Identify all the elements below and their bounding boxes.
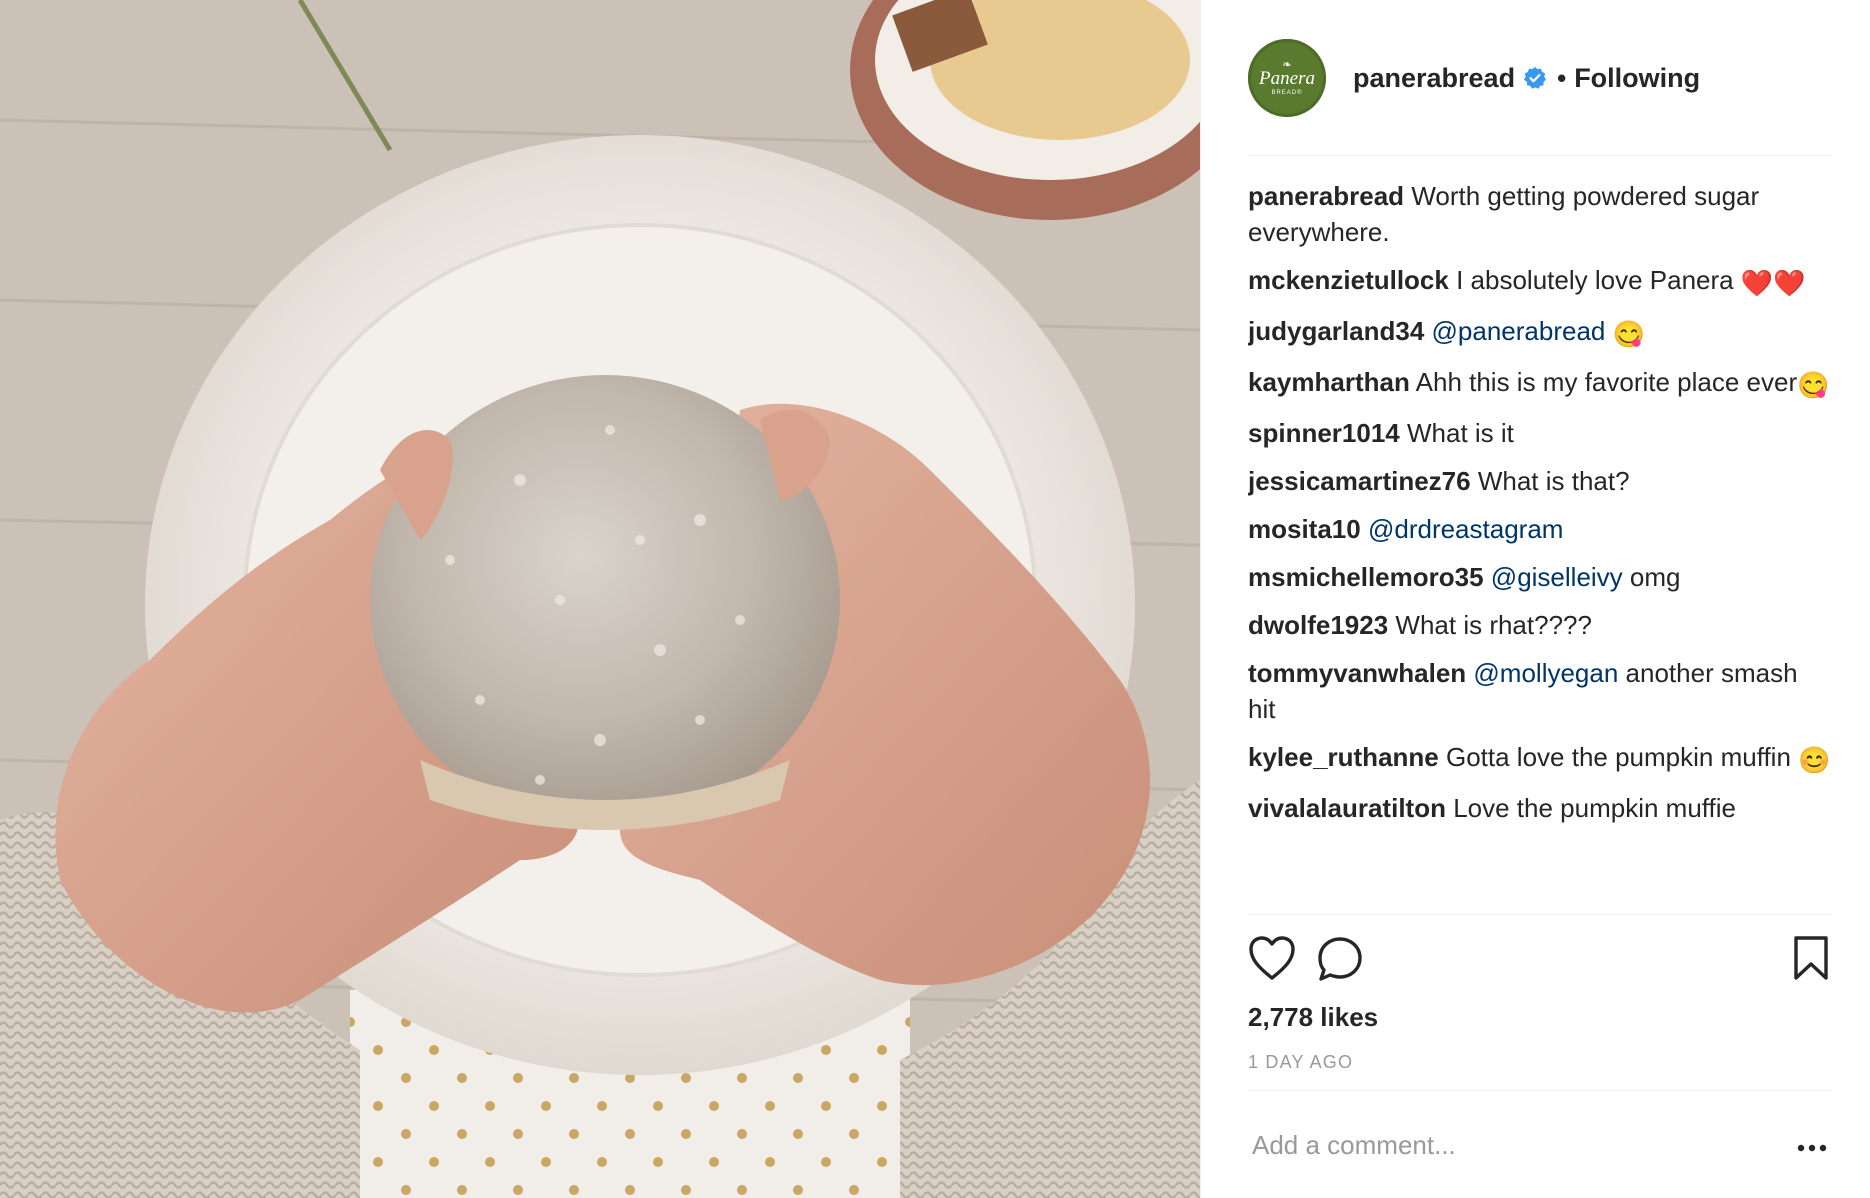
instagram-post: ❧ Panera BREAD® panerabread • Following … [0, 0, 1870, 1198]
header-separator-dot: • [1557, 62, 1567, 93]
comment-username[interactable]: kaymharthan [1248, 367, 1410, 397]
comment-text: What is that? [1477, 466, 1630, 496]
comment-username[interactable]: dwolfe1923 [1248, 610, 1388, 640]
comment-username[interactable]: tommyvanwhalen [1248, 658, 1466, 688]
comments-divider [1248, 914, 1831, 915]
header-username[interactable]: panerabread [1353, 63, 1515, 94]
comment-item: mckenzietullock I absolutely love Panera… [1248, 262, 1831, 301]
comment-text: What is rhat???? [1395, 610, 1592, 640]
avatar-logo-text: Panera [1259, 68, 1315, 89]
muffin-photo-illustration [0, 0, 1200, 1198]
action-bar [1248, 935, 1831, 985]
comments-list[interactable]: panerabread Worth getting powdered sugar… [1248, 178, 1831, 914]
comment-item: kaymharthan Ahh this is my favorite plac… [1248, 364, 1831, 403]
comment-text: Love the pumpkin muffie [1453, 793, 1737, 823]
post-timestamp: 1 DAY AGO [1248, 1052, 1354, 1072]
comment-text: omg [1629, 562, 1681, 592]
verified-badge-icon [1523, 66, 1547, 90]
comment-item: judygarland34 @panerabread 😋 [1248, 313, 1831, 352]
comment-username[interactable]: jessicamartinez76 [1248, 466, 1471, 496]
more-options-icon[interactable] [1797, 1140, 1827, 1158]
comment-item: dwolfe1923 What is rhat???? [1248, 607, 1831, 643]
add-comment-input[interactable] [1252, 1130, 1752, 1161]
comment-item: msmichellemoro35 @giselleivy omg [1248, 559, 1831, 595]
following-button[interactable]: Following [1574, 63, 1700, 94]
smile-emoji-icon: 😊 [1798, 745, 1831, 775]
comment-item: jessicamartinez76 What is that? [1248, 463, 1831, 499]
actions-divider [1248, 1090, 1831, 1091]
post-side-panel: ❧ Panera BREAD® panerabread • Following … [1200, 0, 1870, 1198]
comment-mention[interactable]: @panerabread [1432, 316, 1606, 346]
comment-username[interactable]: kylee_ruthanne [1248, 742, 1439, 772]
comment-username[interactable]: vivalalauratilton [1248, 793, 1446, 823]
header-divider [1248, 155, 1831, 156]
comment-text: Gotta love the pumpkin muffin [1445, 742, 1791, 772]
comment-text: Ahh this is my favorite place ever [1415, 367, 1798, 397]
comment-username[interactable]: msmichellemoro35 [1248, 562, 1484, 592]
yum-emoji-icon: 😋 [1797, 370, 1830, 400]
comment-icon[interactable] [1316, 935, 1364, 988]
bookmark-icon[interactable] [1791, 935, 1831, 986]
comment-item: kylee_ruthanne Gotta love the pumpkin mu… [1248, 739, 1831, 778]
heart-emoji-icon: ❤️❤️ [1740, 268, 1806, 298]
avatar[interactable]: ❧ Panera BREAD® [1248, 39, 1326, 117]
comment-item: tommyvanwhalen @mollyegan another smash … [1248, 655, 1831, 727]
comment-username[interactable]: mosita10 [1248, 514, 1361, 544]
comment-username[interactable]: spinner1014 [1248, 418, 1400, 448]
comment-username[interactable]: mckenzietullock [1248, 265, 1449, 295]
comment-item: mosita10 @drdreastagram [1248, 511, 1831, 547]
comment-mention[interactable]: @mollyegan [1473, 658, 1618, 688]
comment-username[interactable]: judygarland34 [1248, 316, 1424, 346]
comment-text: What is it [1406, 418, 1514, 448]
avatar-logo-subtext: BREAD® [1271, 90, 1303, 96]
post-header: ❧ Panera BREAD® panerabread • Following [1248, 38, 1700, 118]
comment-mention[interactable]: @drdreastagram [1368, 514, 1563, 544]
likes-count[interactable]: 2,778 likes [1248, 1002, 1378, 1033]
heart-icon[interactable] [1248, 935, 1296, 986]
comment-item: spinner1014 What is it [1248, 415, 1831, 451]
comment-mention[interactable]: @giselleivy [1491, 562, 1623, 592]
post-photo[interactable] [0, 0, 1200, 1198]
comment-text: I absolutely love Panera [1456, 265, 1734, 295]
comment-username[interactable]: panerabread [1248, 181, 1404, 211]
comment-item: vivalalauratilton Love the pumpkin muffi… [1248, 790, 1831, 826]
yum-emoji-icon: 😋 [1612, 319, 1645, 349]
caption: panerabread Worth getting powdered sugar… [1248, 178, 1831, 250]
